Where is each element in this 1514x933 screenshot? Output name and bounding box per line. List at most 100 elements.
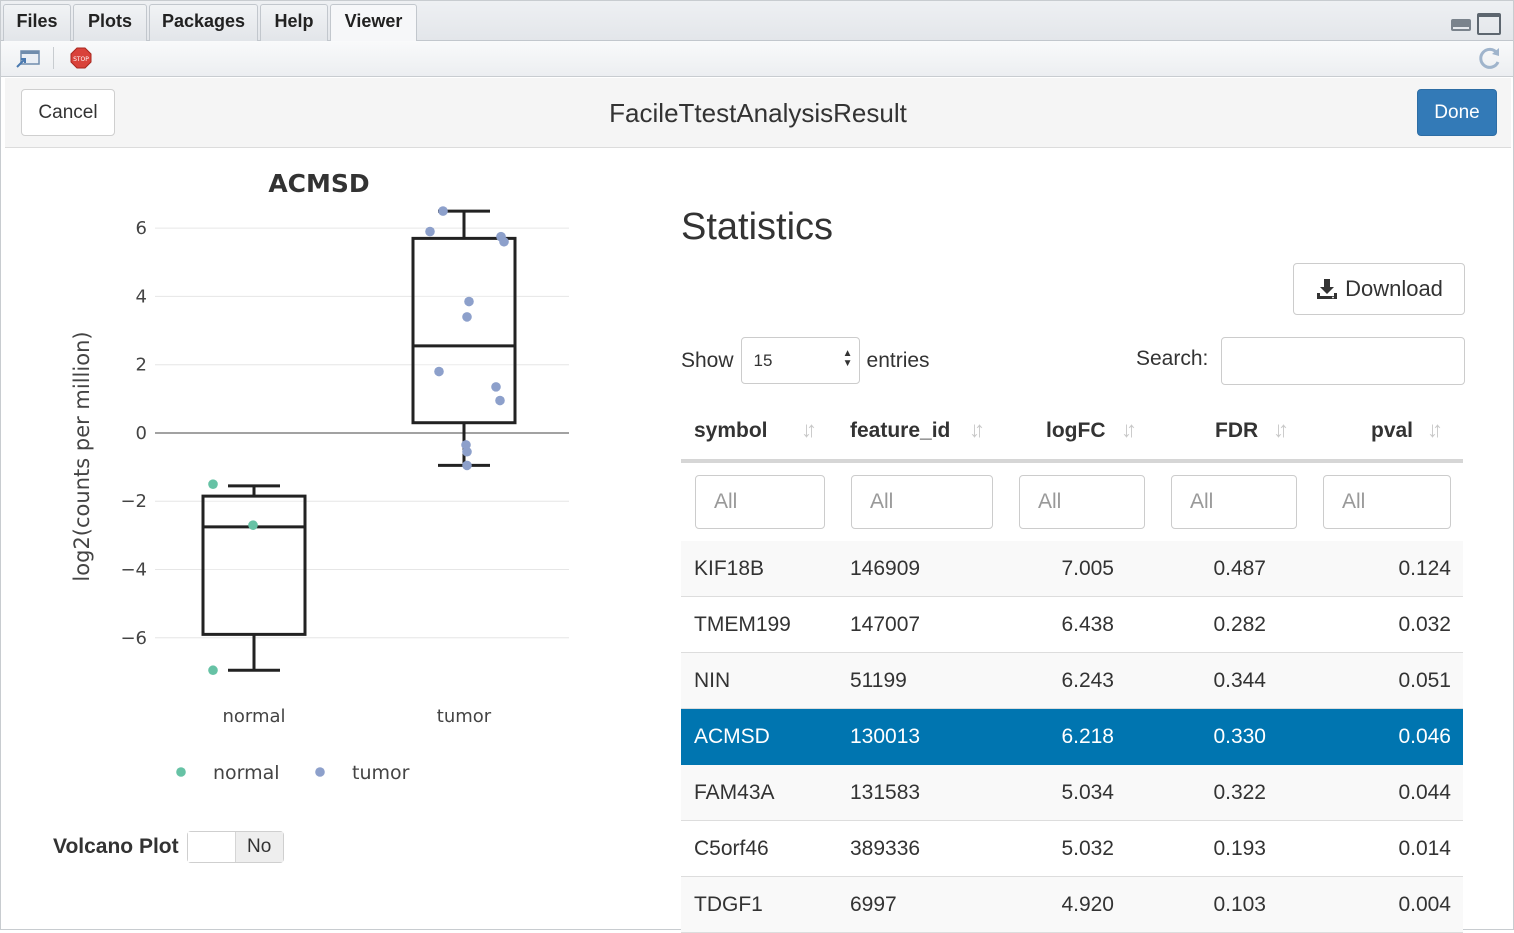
cell-fdr: 0.344 xyxy=(1213,669,1266,692)
stop-icon[interactable]: STOP xyxy=(70,47,92,69)
data-point-tumor xyxy=(462,446,472,457)
cell-logfc: 6.438 xyxy=(1061,613,1114,636)
statistics-heading: Statistics xyxy=(681,206,834,248)
sort-icon[interactable]: ↓↑ xyxy=(801,417,817,443)
table-body: KIF18B 146909 7.005 0.487 0.124 TMEM199 147007… xyxy=(681,541,1463,933)
sort-icon[interactable]: ↓↑ xyxy=(1273,417,1289,443)
cell-feature-id: 51199 xyxy=(850,669,907,692)
table-row[interactable]: KIF18B 146909 7.005 0.487 0.124 xyxy=(681,541,1463,597)
cell-logfc: 7.005 xyxy=(1061,557,1114,580)
data-point-tumor xyxy=(495,395,505,406)
cell-pval: 0.124 xyxy=(1398,557,1451,580)
data-point-tumor xyxy=(462,460,472,471)
tab-viewer[interactable]: Viewer xyxy=(330,4,417,42)
cell-symbol: TDGF1 xyxy=(694,893,763,916)
cell-symbol: NIN xyxy=(694,669,731,692)
data-point-tumor xyxy=(438,206,448,216)
data-point-tumor xyxy=(425,226,435,237)
cell-fdr: 0.103 xyxy=(1213,893,1266,916)
volcano-plot-label: Volcano Plot xyxy=(53,835,179,858)
show-label: Show xyxy=(681,348,734,372)
page-length-control: Show 15 ▲ ▼ entries xyxy=(681,337,930,384)
y-tick-label: 2 xyxy=(136,355,147,376)
entries-select-value: 15 xyxy=(753,351,773,370)
legend-marker-normal xyxy=(176,767,186,777)
search-input[interactable] xyxy=(1221,337,1465,385)
filter-fdr[interactable]: All xyxy=(1171,475,1297,529)
filter-logfc[interactable]: All xyxy=(1019,475,1145,529)
y-tick-label: −4 xyxy=(120,560,147,581)
cell-fdr: 0.193 xyxy=(1213,837,1266,860)
sort-icon[interactable]: ↓↑ xyxy=(969,417,985,443)
cell-logfc: 6.218 xyxy=(1061,725,1114,748)
cell-symbol: FAM43A xyxy=(694,781,775,804)
data-point-normal xyxy=(248,520,258,530)
sort-icon[interactable]: ↓↑ xyxy=(1121,417,1137,443)
data-point-tumor xyxy=(499,236,509,247)
toolbar-divider xyxy=(53,47,54,69)
table-row[interactable]: FAM43A 131583 5.034 0.322 0.044 xyxy=(681,765,1463,821)
switch-handle xyxy=(187,832,236,862)
cell-symbol: TMEM199 xyxy=(694,613,791,636)
filter-feature-id[interactable]: All xyxy=(851,475,993,529)
cell-pval: 0.014 xyxy=(1398,837,1451,860)
cell-feature-id: 6997 xyxy=(850,893,897,916)
tab-files[interactable]: Files xyxy=(3,4,71,41)
column-header-fdr[interactable]: FDR xyxy=(1215,419,1258,443)
y-tick-label: 6 xyxy=(136,218,147,239)
volcano-plot-toggle-row: Volcano Plot No xyxy=(53,831,284,863)
entries-select[interactable]: 15 ▲ ▼ xyxy=(740,337,860,384)
cell-logfc: 5.034 xyxy=(1061,781,1114,804)
tab-packages[interactable]: Packages xyxy=(149,4,258,41)
show-in-window-icon[interactable] xyxy=(15,49,41,69)
viewer-toolbar: STOP xyxy=(1,41,1513,77)
column-header-logfc[interactable]: logFC xyxy=(1046,419,1105,443)
table-row[interactable]: NIN 51199 6.243 0.344 0.051 xyxy=(681,653,1463,709)
cell-feature-id: 147007 xyxy=(850,613,921,636)
minimize-icon[interactable] xyxy=(1451,19,1471,31)
cell-pval: 0.051 xyxy=(1398,669,1451,692)
maximize-icon[interactable] xyxy=(1477,13,1501,35)
cell-fdr: 0.322 xyxy=(1213,781,1266,804)
table-row[interactable]: TMEM199 147007 6.438 0.282 0.032 xyxy=(681,597,1463,653)
refresh-icon[interactable] xyxy=(1477,45,1503,71)
box-normal xyxy=(201,494,307,636)
y-tick-label: −6 xyxy=(120,628,147,649)
cell-pval: 0.044 xyxy=(1398,781,1451,804)
pane-tab-bar: Files Plots Packages Help Viewer xyxy=(1,1,1513,42)
data-point-normal xyxy=(208,479,218,489)
done-button[interactable]: Done xyxy=(1417,89,1497,136)
y-tick-label: 0 xyxy=(136,423,147,444)
boxplot-panel: ACMSD 6 4 2 0 −2 −4 −6 log2(counts per million) n… xyxy=(5,149,645,929)
x-tick-label: tumor xyxy=(437,706,492,727)
volcano-plot-switch[interactable]: No xyxy=(186,831,284,863)
filter-symbol[interactable]: All xyxy=(695,475,825,529)
legend-label-tumor: tumor xyxy=(352,762,410,784)
svg-text:STOP: STOP xyxy=(73,56,89,63)
table-row[interactable]: C5orf46 389336 5.032 0.193 0.014 xyxy=(681,821,1463,877)
cell-pval: 0.004 xyxy=(1398,893,1451,916)
column-header-feature-id[interactable]: feature_id xyxy=(850,419,950,443)
table-header: symbol ↓↑ feature_id ↓↑ logFC ↓↑ FDR ↓↑ … xyxy=(681,401,1463,463)
boxplot-chart[interactable]: ACMSD 6 4 2 0 −2 −4 −6 log2(counts per million) n… xyxy=(5,149,645,829)
select-arrows-icon: ▲ ▼ xyxy=(842,348,853,369)
tab-help[interactable]: Help xyxy=(260,4,328,41)
table-row[interactable]: ACMSD 130013 6.218 0.330 0.046 xyxy=(681,709,1463,765)
viewer-pane: Files Plots Packages Help Viewer STOP Ca… xyxy=(0,0,1514,933)
data-point-normal xyxy=(208,665,218,676)
cell-symbol: KIF18B xyxy=(694,557,765,580)
cell-fdr: 0.487 xyxy=(1213,557,1266,580)
cell-feature-id: 130013 xyxy=(850,725,921,748)
cell-fdr: 0.282 xyxy=(1213,613,1266,636)
cell-logfc: 6.243 xyxy=(1061,669,1114,692)
tab-plots[interactable]: Plots xyxy=(73,4,147,41)
data-point-tumor xyxy=(491,382,501,392)
table-row[interactable]: TDGF1 6997 4.920 0.103 0.004 xyxy=(681,877,1463,933)
sort-icon[interactable]: ↓↑ xyxy=(1427,417,1443,443)
column-header-symbol[interactable]: symbol xyxy=(694,419,768,443)
cell-pval: 0.046 xyxy=(1398,725,1451,748)
column-header-pval[interactable]: pval xyxy=(1371,419,1413,443)
filter-pval[interactable]: All xyxy=(1323,475,1451,529)
download-button[interactable]: Download xyxy=(1293,263,1465,315)
gadget-title: FacileTtestAnalysisResult xyxy=(609,98,907,128)
